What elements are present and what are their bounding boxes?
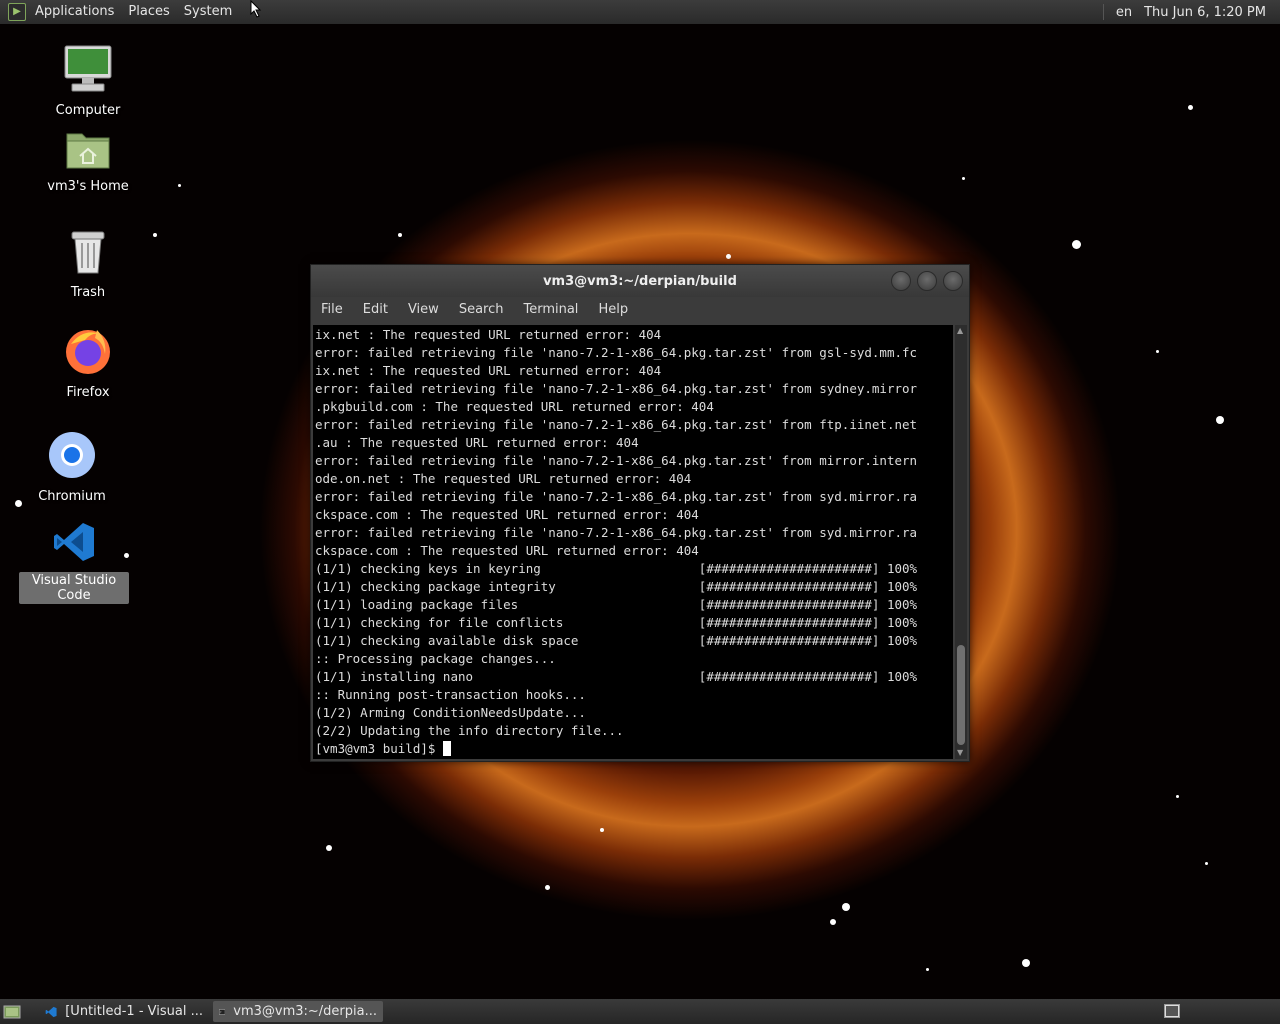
desktop-icon-label: Computer xyxy=(55,103,121,118)
desktop-icon-home[interactable]: vm3's Home xyxy=(33,128,143,195)
vscode-icon xyxy=(54,523,94,561)
top-menu: ▶ Applications Places System xyxy=(0,0,239,24)
taskbar-item-label: vm3@vm3:~/derpia... xyxy=(233,1004,377,1019)
taskbar-item-label: [Untitled-1 - Visual ... xyxy=(65,1004,203,1019)
desktop-icon-label: Trash xyxy=(70,285,106,300)
taskbar-item-terminal[interactable]: vm3@vm3:~/derpia... xyxy=(213,1001,383,1022)
desktop-icon-label: Firefox xyxy=(66,385,110,400)
menu-terminal[interactable]: Terminal xyxy=(513,297,588,323)
home-folder-icon xyxy=(66,133,110,169)
desktop-icon-chromium[interactable]: Chromium xyxy=(17,430,127,505)
desktop-icon-label: vm3's Home xyxy=(47,179,129,194)
terminal-cursor xyxy=(442,741,451,756)
window-controls xyxy=(891,271,963,291)
firefox-icon xyxy=(66,330,110,374)
chromium-icon xyxy=(49,432,95,478)
clock[interactable]: Thu Jun 6, 1:20 PM xyxy=(1138,5,1272,20)
window-titlebar[interactable]: vm3@vm3:~/derpian/build xyxy=(311,265,969,297)
terminal-scrollbar[interactable]: ▲ ▼ xyxy=(955,325,967,759)
computer-icon xyxy=(64,45,112,92)
close-button[interactable] xyxy=(943,271,963,291)
applications-menu-icon[interactable]: ▶ xyxy=(8,3,26,21)
desktop-icon-vscode[interactable]: Visual Studio Code xyxy=(19,520,129,604)
desktop-icon-computer[interactable]: Computer xyxy=(33,44,143,119)
show-desktop-icon[interactable] xyxy=(3,1005,21,1019)
places-menu[interactable]: Places xyxy=(121,0,176,24)
scroll-up-arrow-icon[interactable]: ▲ xyxy=(957,326,963,336)
system-menu[interactable]: System xyxy=(177,0,239,24)
panel-tray: en Thu Jun 6, 1:20 PM xyxy=(1102,0,1272,24)
terminal-text: ix.net : The requested URL returned erro… xyxy=(315,327,918,756)
bottom-panel: [Untitled-1 - Visual ... vm3@vm3:~/derpi… xyxy=(0,999,1280,1024)
top-panel: ▶ Applications Places System en Thu Jun … xyxy=(0,0,1280,24)
window-title: vm3@vm3:~/derpian/build xyxy=(543,273,737,289)
desktop-icon-label: Chromium xyxy=(38,489,106,504)
taskbar-item-vscode[interactable]: [Untitled-1 - Visual ... xyxy=(39,1001,209,1022)
desktop-icon-firefox[interactable]: Firefox xyxy=(33,326,143,401)
terminal-window[interactable]: vm3@vm3:~/derpian/build File Edit View S… xyxy=(310,264,970,762)
maximize-button[interactable] xyxy=(917,271,937,291)
tray-separator xyxy=(1102,4,1104,20)
trash-icon xyxy=(71,231,105,274)
scrollbar-thumb[interactable] xyxy=(957,645,965,745)
keyboard-layout-indicator[interactable]: en xyxy=(1110,5,1138,20)
minimize-button[interactable] xyxy=(891,271,911,291)
applications-menu[interactable]: Applications xyxy=(28,0,121,24)
terminal-output[interactable]: ix.net : The requested URL returned erro… xyxy=(313,325,953,759)
vscode-icon xyxy=(45,1006,57,1017)
workspace-switcher-icon[interactable] xyxy=(1164,1004,1180,1018)
desktop-icon-trash[interactable]: Trash xyxy=(33,228,143,301)
menu-file[interactable]: File xyxy=(311,297,353,323)
desktop-icon-label: Visual Studio Code xyxy=(19,572,129,604)
terminal-menubar: File Edit View Search Terminal Help xyxy=(311,297,969,323)
mouse-pointer-icon xyxy=(250,0,262,18)
menu-search[interactable]: Search xyxy=(449,297,514,323)
menu-help[interactable]: Help xyxy=(588,297,638,323)
scroll-down-arrow-icon[interactable]: ▼ xyxy=(957,748,963,758)
menu-view[interactable]: View xyxy=(398,297,449,323)
menu-edit[interactable]: Edit xyxy=(353,297,398,323)
terminal-icon xyxy=(219,1008,226,1015)
